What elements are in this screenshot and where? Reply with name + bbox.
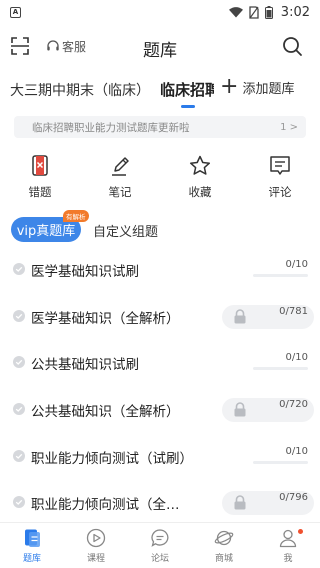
quick-actions: 错题 笔记 收藏 评论 (0, 154, 320, 206)
nav-forum[interactable]: 论坛 (128, 523, 192, 568)
question-bank-icon (25, 529, 40, 547)
bank-type-switch: vip真题库 有解析 自定义组题 (11, 210, 311, 242)
question-list: 医学基础知识试刷 0/10 医学基础知识（全解析） 0/781 公共基础知识试刷… (0, 246, 320, 526)
play-circle-icon (86, 528, 106, 548)
search-icon[interactable] (281, 35, 303, 57)
notes-button[interactable]: 笔记 (80, 154, 160, 206)
list-item[interactable]: 职业能力倾向测试（全解析） 0/796 (0, 479, 320, 526)
add-bank-label: 添加题库 (242, 81, 295, 97)
list-item[interactable]: 医学基础知识（全解析） 0/781 (0, 293, 320, 340)
nav-question-bank[interactable]: 题库 (0, 523, 64, 568)
list-item-title: 医学基础知识试刷 (31, 264, 139, 280)
list-item-count: 0/10 (285, 259, 308, 270)
list-item-count: 0/10 (285, 352, 308, 364)
check-circle-icon (13, 496, 25, 509)
update-notice[interactable]: 临床招聘职业能力测试题库更新啦 1 > (14, 116, 306, 138)
analysis-badge: 有解析 (63, 210, 89, 222)
list-item-count: 0/796 (279, 492, 308, 504)
list-item-count: 0/720 (279, 399, 308, 411)
check-circle-icon (13, 309, 25, 322)
list-item-count: 0/781 (279, 305, 308, 317)
nav-courses-label: 课程 (86, 554, 105, 564)
nav-me-label: 我 (283, 554, 293, 564)
top-nav: 客服 题库 (0, 28, 320, 64)
notes-label: 笔记 (108, 185, 132, 199)
nav-store-label: 商城 (214, 554, 233, 564)
customer-service-button[interactable]: 客服 (42, 34, 92, 58)
add-bank-button[interactable]: + 添加题库 (220, 76, 294, 98)
check-circle-icon (13, 403, 25, 416)
list-item[interactable]: 职业能力倾向测试（试刷） 0/10 (0, 433, 320, 480)
favorites-button[interactable]: 收藏 (160, 154, 240, 206)
tab-midterm-final[interactable]: 大三期中期末（临床） (10, 80, 150, 100)
headset-icon (47, 40, 59, 51)
check-circle-icon (13, 449, 25, 462)
bottom-nav: 题库 课程 论坛 商城 我 (0, 522, 320, 568)
lock-icon (234, 402, 246, 417)
progress-bar (253, 460, 308, 464)
list-item-title: 职业能力倾向测试（全解析） (31, 497, 189, 514)
lock-icon (234, 308, 246, 324)
nav-me[interactable]: 我 (256, 523, 320, 568)
notice-page: 1 > (280, 121, 298, 133)
list-item-title: 医学基础知识（全解析） (31, 310, 180, 327)
app-notification-icon: A (10, 6, 21, 18)
planet-icon (214, 530, 234, 546)
notice-text: 临床招聘职业能力测试题库更新啦 (32, 121, 190, 134)
favorites-label: 收藏 (188, 185, 212, 199)
wrong-questions-icon (32, 155, 48, 176)
wrong-questions-label: 错题 (28, 185, 52, 199)
notes-pen-icon (112, 157, 129, 176)
customer-service-label: 客服 (62, 39, 87, 54)
nav-forum-label: 论坛 (150, 554, 169, 564)
notification-dot (298, 529, 303, 534)
progress-bar (253, 274, 308, 277)
custom-quiz-tab[interactable]: 自定义组题 (93, 221, 158, 240)
check-circle-icon (13, 356, 25, 369)
user-icon (279, 529, 297, 548)
list-item-title: 职业能力倾向测试（试刷） (31, 450, 193, 467)
no-sim-icon (249, 5, 259, 19)
nav-question-bank-label: 题库 (22, 554, 41, 564)
plus-icon: + (220, 74, 239, 99)
status-time: 3:02 (280, 4, 310, 20)
list-item-title: 公共基础知识试刷 (31, 357, 139, 374)
progress-bar (253, 367, 308, 371)
list-item[interactable]: 医学基础知识试刷 0/10 (0, 246, 320, 293)
lock-icon (234, 495, 246, 510)
tab-clinical-recruitment[interactable]: 临床招聘 (160, 79, 214, 100)
list-item[interactable]: 公共基础知识试刷 0/10 (0, 339, 320, 386)
wrong-questions-button[interactable]: 错题 (0, 154, 80, 206)
bank-tabs: 大三期中期末（临床） 临床招聘 + 添加题库 (0, 72, 320, 108)
list-item[interactable]: 公共基础知识（全解析） 0/720 (0, 386, 320, 433)
wifi-icon (228, 6, 243, 17)
scan-icon[interactable] (10, 36, 30, 56)
list-item-count: 0/10 (285, 445, 308, 457)
nav-courses[interactable]: 课程 (64, 523, 128, 568)
nav-store[interactable]: 商城 (192, 523, 256, 568)
comments-label: 评论 (268, 185, 292, 199)
status-bar: A 3:02 (0, 0, 320, 24)
star-icon (189, 155, 211, 175)
comment-icon (270, 156, 290, 175)
chat-bubble-icon (151, 529, 169, 547)
active-tab-indicator (181, 105, 195, 108)
battery-icon (264, 5, 273, 19)
comments-button[interactable]: 评论 (240, 154, 320, 206)
check-circle-icon (13, 263, 25, 275)
list-item-title: 公共基础知识（全解析） (31, 404, 180, 421)
